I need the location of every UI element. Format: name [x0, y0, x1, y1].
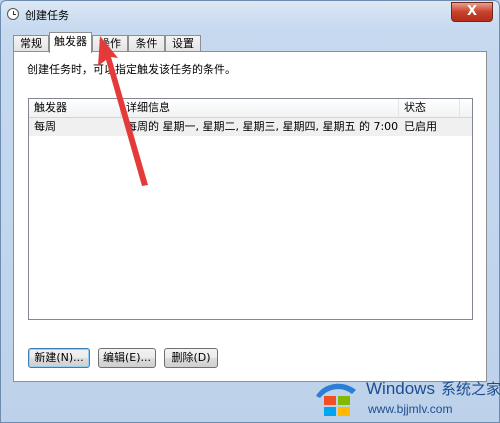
- cell-status: 已启用: [404, 120, 437, 133]
- panel-description: 创建任务时，可以指定触发该任务的条件。: [27, 63, 236, 76]
- close-button[interactable]: X: [451, 2, 493, 22]
- delete-button[interactable]: 删除(D): [164, 348, 218, 368]
- edit-button[interactable]: 编辑(E)...: [98, 348, 156, 368]
- tab-general[interactable]: 常规: [13, 35, 49, 52]
- clock-icon: [7, 8, 19, 20]
- tab-actions[interactable]: 操作: [92, 35, 128, 52]
- watermark-url: www.bjjmlv.com: [368, 402, 453, 416]
- column-header-details[interactable]: 详细信息: [121, 99, 399, 117]
- window-title: 创建任务: [25, 9, 69, 22]
- watermark-title: Windows 系统之家: [366, 379, 500, 398]
- list-header: 触发器 详细信息 状态: [29, 99, 472, 118]
- title-bar[interactable]: 创建任务 X: [1, 1, 499, 29]
- table-row[interactable]: 每周 每周的 星期一, 星期二, 星期三, 星期四, 星期五 的 7:00 时，…: [29, 118, 472, 136]
- tab-triggers[interactable]: 触发器: [49, 32, 92, 53]
- tab-conditions[interactable]: 条件: [128, 35, 165, 52]
- new-button[interactable]: 新建(N)...: [28, 348, 90, 368]
- windows-logo-icon: [316, 383, 356, 416]
- site-watermark: Windows 系统之家 www.bjjmlv.com: [308, 372, 500, 423]
- triggers-list[interactable]: 触发器 详细信息 状态 每周 每周的 星期一, 星期二, 星期三, 星期四, 星…: [28, 98, 473, 320]
- column-header-trigger[interactable]: 触发器: [29, 99, 121, 117]
- column-header-status[interactable]: 状态: [399, 99, 460, 117]
- cell-details: 每周的 星期一, 星期二, 星期三, 星期四, 星期五 的 7:00 时，开..…: [126, 120, 399, 133]
- cell-trigger: 每周: [34, 120, 56, 133]
- tab-settings[interactable]: 设置: [165, 35, 201, 52]
- task-dialog-window: 创建任务 X 常规 触发器 操作 条件 设置 创建任务时，可以指定触发该任务的条…: [0, 0, 500, 423]
- triggers-panel: 创建任务时，可以指定触发该任务的条件。 触发器 详细信息 状态 每周 每周的 星…: [13, 51, 487, 382]
